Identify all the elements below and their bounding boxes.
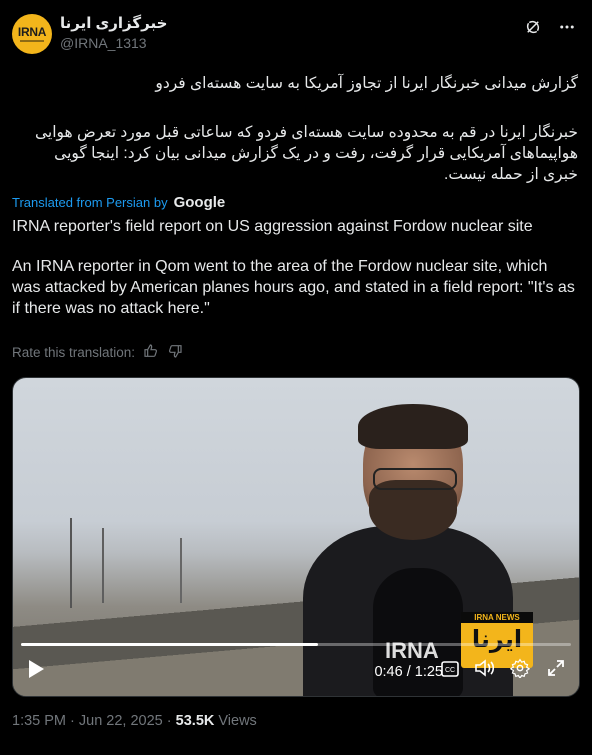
avatar-logo-underline: [20, 40, 44, 42]
rate-translation: Rate this translation:: [12, 343, 183, 362]
author-handle[interactable]: @IRNA_1313: [60, 33, 167, 53]
captions-icon[interactable]: CC: [441, 661, 459, 682]
views-label: Views: [218, 713, 257, 729]
watermark-top: IRNA NEWS: [461, 612, 533, 623]
video-player[interactable]: IRNA IRNA NEWS ایرنا 0:46 / 1:25 CC: [12, 377, 580, 697]
avatar-logo-text: IRNA: [17, 25, 47, 39]
tweet-header: IRNA خبرگزاری ایرنا @IRNA_1313: [12, 12, 580, 58]
views-count: 53.5K: [175, 713, 215, 729]
header-actions: [524, 18, 576, 36]
svg-text:CC: CC: [445, 667, 455, 674]
volume-icon[interactable]: [474, 659, 496, 682]
avatar[interactable]: IRNA: [12, 14, 52, 54]
english-title: IRNA reporter's field report on US aggre…: [12, 218, 533, 235]
rate-label: Rate this translation:: [12, 345, 136, 360]
progress-bar[interactable]: [21, 643, 571, 646]
author-names: خبرگزاری ایرنا @IRNA_1313: [60, 15, 167, 53]
grok-icon[interactable]: [524, 18, 542, 36]
translated-label[interactable]: Translated from Persian by: [12, 195, 168, 210]
thumbs-down-icon[interactable]: [167, 343, 183, 362]
play-icon[interactable]: [27, 659, 45, 684]
tweet-meta: 1:35 PM · Jun 22, 2025 · 53.5K Views: [12, 713, 257, 729]
more-icon[interactable]: [558, 18, 576, 36]
timestamp[interactable]: 1:35 PM · Jun 22, 2025: [12, 713, 163, 729]
fullscreen-icon[interactable]: [547, 659, 565, 682]
persian-body: خبرنگار ایرنا در قم به محدوده سایت هسته‌…: [34, 124, 578, 183]
settings-icon[interactable]: [509, 658, 531, 683]
translation-attribution: Translated from Persian by Google: [12, 194, 225, 211]
meta-separator: ·: [166, 713, 172, 729]
progress-fill: [21, 643, 318, 646]
author-display-name[interactable]: خبرگزاری ایرنا: [60, 15, 167, 33]
thumbs-up-icon[interactable]: [143, 343, 159, 362]
persian-title: گزارش میدانی خبرنگار ایرنا از تجاوز آمری…: [155, 75, 578, 92]
video-time: 0:46 / 1:25: [374, 664, 443, 680]
google-logo: Google: [173, 194, 226, 211]
english-body: An IRNA reporter in Qom went to the area…: [12, 258, 575, 317]
video-controls: 0:46 / 1:25 CC: [13, 650, 579, 696]
